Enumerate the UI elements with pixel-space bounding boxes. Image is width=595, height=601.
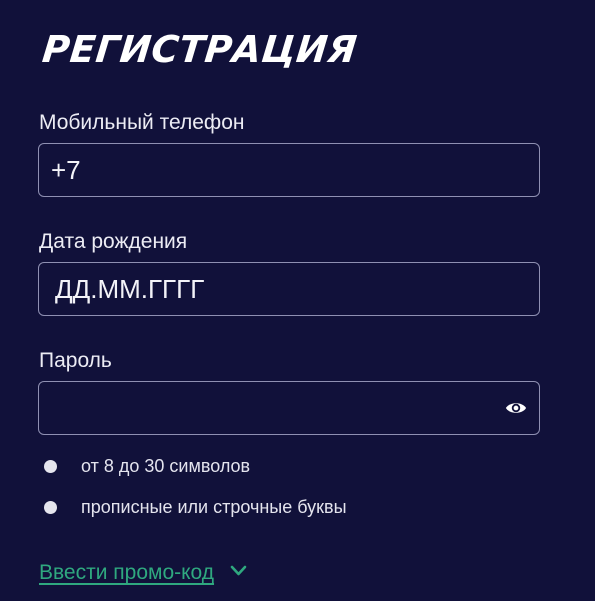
password-field[interactable]	[38, 381, 540, 435]
birthdate-field[interactable]: ДД.ММ.ГГГГ	[38, 262, 540, 316]
phone-label: Мобильный телефон	[39, 111, 245, 134]
password-label: Пароль	[39, 349, 112, 372]
eye-icon[interactable]	[505, 399, 527, 417]
bullet-icon	[44, 460, 57, 473]
promo-code-link[interactable]: Ввести промо-код	[39, 559, 214, 587]
page-title: РЕГИСТРАЦИЯ	[40, 28, 360, 71]
rule-text: прописные или строчные буквы	[81, 497, 347, 517]
birthdate-placeholder[interactable]: ДД.ММ.ГГГГ	[55, 263, 204, 315]
birthdate-label: Дата рождения	[39, 230, 188, 253]
phone-field[interactable]: +7	[38, 143, 540, 197]
bullet-icon	[44, 501, 57, 514]
rule-text: от 8 до 30 символов	[81, 456, 251, 476]
chevron-down-icon[interactable]	[230, 565, 247, 577]
phone-value[interactable]: +7	[51, 144, 81, 196]
